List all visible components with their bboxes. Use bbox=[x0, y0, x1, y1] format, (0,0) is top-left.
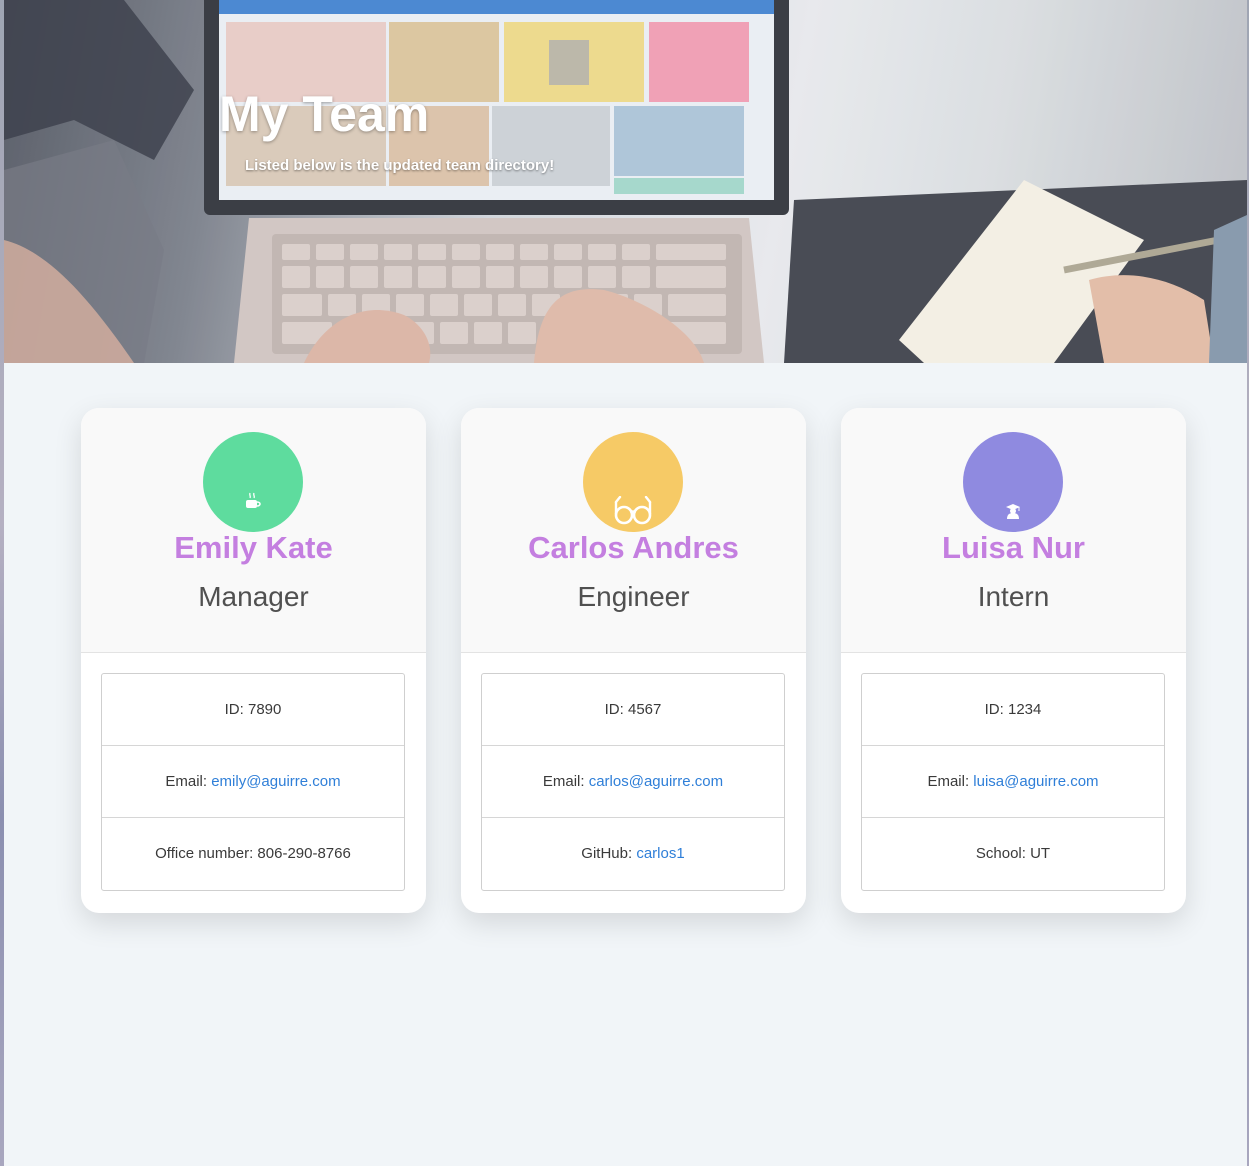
page-subtitle: Listed below is the updated team directo… bbox=[245, 157, 555, 174]
info-list: ID: 1234 Email: luisa@aguirre.com School… bbox=[861, 673, 1165, 891]
hero-overlay bbox=[4, 0, 1247, 363]
graduate-icon bbox=[1006, 504, 1020, 519]
member-name: Carlos Andres bbox=[528, 530, 739, 565]
coffee-mug-icon bbox=[246, 492, 261, 508]
school-value: UT bbox=[1030, 845, 1051, 862]
email-row: Email: luisa@aguirre.com bbox=[862, 746, 1164, 818]
github-row: GitHub: carlos1 bbox=[482, 818, 784, 890]
email-row: Email: carlos@aguirre.com bbox=[482, 746, 784, 818]
team-card-engineer: Carlos Andres Engineer ID: 4567 Email: c… bbox=[461, 408, 806, 913]
avatar bbox=[963, 432, 1063, 532]
card-header: Carlos Andres Engineer bbox=[461, 408, 806, 653]
info-list: ID: 7890 Email: emily@aguirre.com Office… bbox=[101, 673, 405, 891]
id-row: ID: 7890 bbox=[102, 674, 404, 746]
card-header: Luisa Nur Intern bbox=[841, 408, 1186, 653]
hero-banner: My Team Listed below is the updated team… bbox=[4, 0, 1247, 363]
member-name: Emily Kate bbox=[174, 530, 333, 565]
id-row: ID: 4567 bbox=[482, 674, 784, 746]
card-header: Emily Kate Manager bbox=[81, 408, 426, 653]
email-link[interactable]: carlos@aguirre.com bbox=[589, 773, 723, 790]
page-title: My Team bbox=[219, 86, 430, 142]
email-label: Email: bbox=[927, 773, 974, 790]
avatar bbox=[203, 432, 303, 532]
school-label: School: bbox=[975, 845, 1031, 862]
email-link[interactable]: emily@aguirre.com bbox=[211, 773, 340, 790]
school-row: School: UT bbox=[862, 818, 1164, 890]
github-label: GitHub: bbox=[581, 845, 637, 862]
member-role: Intern bbox=[977, 581, 1050, 612]
member-role: Manager bbox=[198, 581, 309, 612]
id-text: ID: 7890 bbox=[224, 701, 282, 718]
email-label: Email: bbox=[542, 773, 589, 790]
office-number-label: Office number: bbox=[155, 845, 258, 862]
office-number-value: 806-290-8766 bbox=[257, 845, 351, 862]
team-card-intern: Luisa Nur Intern ID: 1234 Email: luisa@a… bbox=[841, 408, 1186, 913]
email-label: Email: bbox=[165, 773, 212, 790]
office-number-row: Office number: 806-290-8766 bbox=[102, 818, 404, 890]
page-frame: My Team Listed below is the updated team… bbox=[4, 0, 1247, 1166]
email-link[interactable]: luisa@aguirre.com bbox=[973, 773, 1098, 790]
member-name: Luisa Nur bbox=[942, 530, 1085, 565]
info-list: ID: 4567 Email: carlos@aguirre.com GitHu… bbox=[481, 673, 785, 891]
avatar bbox=[583, 432, 683, 532]
id-text: ID: 1234 bbox=[984, 701, 1042, 718]
github-link[interactable]: carlos1 bbox=[636, 845, 684, 862]
email-row: Email: emily@aguirre.com bbox=[102, 746, 404, 818]
id-text: ID: 4567 bbox=[604, 701, 662, 718]
team-card-manager: Emily Kate Manager ID: 7890 Email: emily… bbox=[81, 408, 426, 913]
id-row: ID: 1234 bbox=[862, 674, 1164, 746]
glasses-icon bbox=[614, 496, 652, 525]
member-role: Engineer bbox=[577, 581, 690, 612]
